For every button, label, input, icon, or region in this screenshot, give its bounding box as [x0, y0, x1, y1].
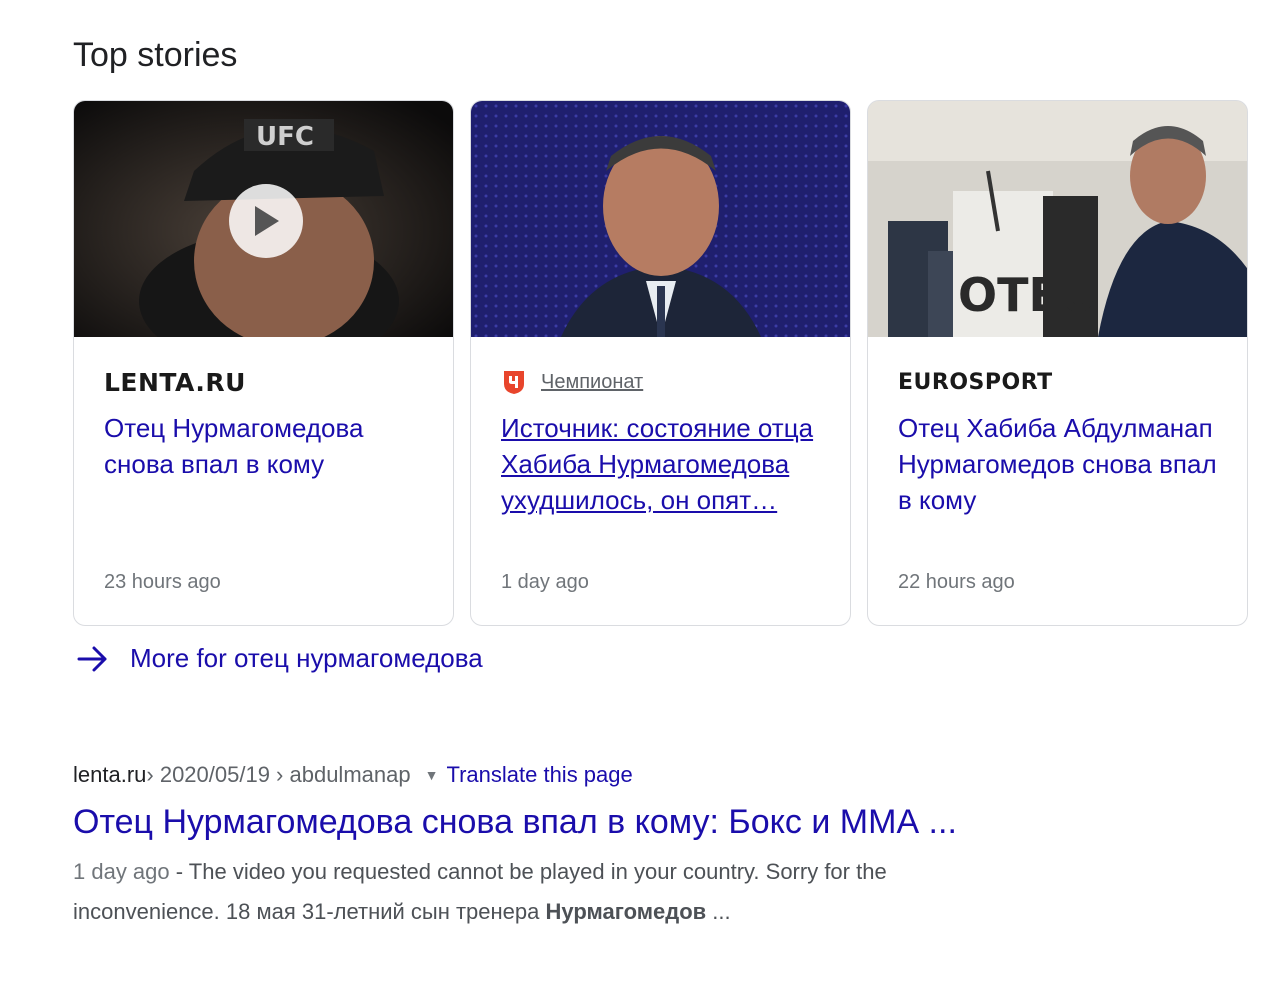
result-snippet: 1 day ago - The video you requested cann…	[73, 852, 1033, 932]
caret-down-icon[interactable]: ▼	[425, 767, 439, 783]
story-source: LENTA.RU	[104, 367, 246, 397]
section-title: Top stories	[73, 36, 238, 74]
eurosport-logo: EUROSPORT	[898, 369, 1053, 395]
story-timestamp: 22 hours ago	[898, 571, 1015, 593]
search-result: lenta.ru › 2020/05/19 › abdulmanap ▼ Tra…	[73, 758, 1073, 932]
snippet-text: The video you requested cannot be played…	[73, 859, 887, 924]
story-thumbnail	[471, 101, 850, 337]
story-card-1[interactable]: UFC LENTA.RU Отец Нурмагомедова снова вп…	[73, 100, 454, 626]
story-thumbnail: UFC	[74, 101, 453, 337]
story-source: Чемпионат	[501, 367, 643, 397]
story-headline[interactable]: Источник: состояние отца Хабиба Нурмагом…	[501, 410, 831, 518]
source-name-link[interactable]: Чемпионат	[541, 371, 643, 394]
championat-icon	[504, 371, 524, 394]
story-card-2[interactable]: Чемпионат Источник: состояние отца Хабиб…	[470, 100, 851, 626]
play-video-button[interactable]	[229, 184, 303, 258]
snippet-bold-term: Нурмагомедов	[545, 899, 707, 924]
story-thumbnail: OTEU	[868, 101, 1247, 337]
top-stories-carousel: UFC LENTA.RU Отец Нурмагомедова снова вп…	[73, 100, 1248, 626]
play-icon	[255, 206, 279, 236]
story-source: EUROSPORT	[898, 367, 1053, 397]
arrow-right-icon	[77, 646, 107, 671]
snippet-date: 1 day ago	[73, 859, 170, 884]
search-results-page: Top stories UFC LENTA.RU Отец Нурмагомед…	[0, 0, 1280, 985]
snippet-ellipsis: ...	[706, 899, 731, 924]
result-domain: lenta.ru	[73, 762, 147, 787]
result-path: › 2020/05/19 › abdulmanap	[146, 762, 411, 787]
result-title-link[interactable]: Отец Нурмагомедова снова впал в кому: Бо…	[73, 800, 1073, 844]
story-card-3[interactable]: OTEU EUROSPORT Отец Хабиба Абдулманап Ну…	[867, 100, 1248, 626]
story-headline[interactable]: Отец Нурмагомедова снова впал в кому	[104, 410, 434, 482]
story-timestamp: 23 hours ago	[104, 571, 221, 593]
breadcrumb: lenta.ru › 2020/05/19 › abdulmanap ▼ Tra…	[73, 758, 1073, 792]
story-timestamp: 1 day ago	[501, 571, 589, 593]
lenta-logo: LENTA.RU	[104, 367, 246, 397]
snippet-separator: -	[169, 859, 189, 884]
story-headline[interactable]: Отец Хабиба Абдулманап Нурмагомедов снов…	[898, 410, 1228, 518]
translate-page-link[interactable]: Translate this page	[446, 762, 632, 788]
svg-text:OTEU: OTEU	[958, 268, 1097, 322]
svg-text:UFC: UFC	[256, 122, 314, 152]
more-stories-label: More for отец нурмагомедова	[130, 643, 483, 673]
more-stories-link[interactable]: More for отец нурмагомедова	[76, 643, 483, 674]
